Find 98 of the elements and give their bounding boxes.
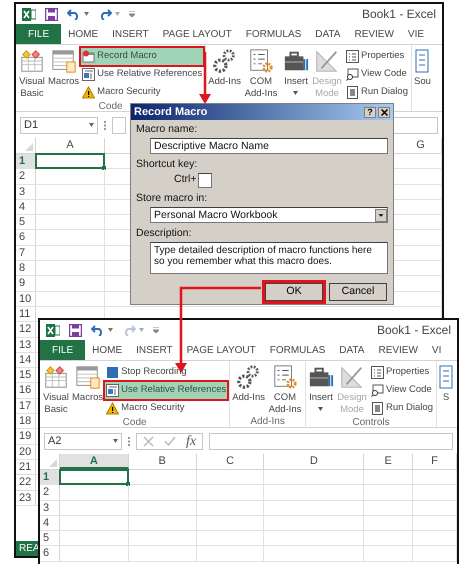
row-header[interactable]: 21 bbox=[16, 460, 36, 474]
ribbon-button[interactable]: View Code bbox=[344, 66, 409, 83]
field-label: Store macro in: bbox=[136, 192, 208, 205]
ribbon-button[interactable]: Use Relative References bbox=[105, 382, 228, 399]
ribbon-tab[interactable]: HOME bbox=[85, 340, 130, 360]
group-label: Code bbox=[98, 101, 123, 113]
ribbon-button[interactable]: COM Add-Ins bbox=[242, 48, 279, 100]
ribbon-button[interactable]: View Code bbox=[370, 382, 434, 399]
row-header[interactable]: 5 bbox=[16, 215, 36, 230]
ribbon-tab[interactable]: REVIEW bbox=[371, 340, 425, 360]
column-header[interactable]: C bbox=[196, 454, 264, 469]
ribbon-tab[interactable]: PAGE LAYOUT bbox=[156, 24, 239, 44]
column-header[interactable]: E bbox=[364, 454, 414, 469]
row-header[interactable]: 11 bbox=[16, 306, 36, 322]
row-header[interactable]: 13 bbox=[16, 338, 36, 352]
row-header[interactable]: 6 bbox=[40, 546, 60, 561]
help-button[interactable]: ? bbox=[364, 106, 376, 118]
row-header[interactable]: 6 bbox=[16, 230, 36, 245]
row-header[interactable]: 22 bbox=[16, 475, 36, 490]
group-label: Code bbox=[122, 417, 147, 429]
row-header[interactable]: 17 bbox=[16, 398, 36, 414]
ribbon-button[interactable]: Visual Basic bbox=[42, 364, 70, 417]
macro-name-field[interactable]: Descriptive Macro Name bbox=[150, 138, 388, 154]
row-header[interactable]: 12 bbox=[16, 322, 36, 337]
row-header[interactable]: 2 bbox=[16, 169, 36, 184]
name-box[interactable]: D1 bbox=[20, 116, 98, 134]
ribbon-tab[interactable]: VI bbox=[424, 340, 448, 360]
file-tab[interactable]: FILE bbox=[16, 24, 62, 44]
window-title: Book1 - Excel bbox=[376, 322, 451, 339]
field-label: Ctrl+ bbox=[174, 173, 196, 186]
ribbon-button[interactable]: Run Dialog bbox=[370, 400, 434, 417]
row-header[interactable]: 16 bbox=[16, 383, 36, 398]
ribbon-tab[interactable]: DATA bbox=[308, 24, 348, 44]
ribbon-button[interactable]: Properties bbox=[370, 364, 434, 381]
group-label: Controls bbox=[352, 417, 390, 429]
row-header[interactable]: 15 bbox=[16, 368, 36, 382]
ribbon-button[interactable]: Properties bbox=[344, 48, 409, 65]
name-box[interactable]: A2 bbox=[44, 432, 122, 450]
field-label: Description: bbox=[136, 227, 192, 240]
row-header[interactable]: 7 bbox=[16, 246, 36, 260]
row-header[interactable]: 18 bbox=[16, 414, 36, 428]
row-header[interactable]: 5 bbox=[40, 531, 60, 546]
window-title: Book1 - Excel bbox=[362, 6, 436, 23]
row-header[interactable]: 4 bbox=[40, 516, 60, 530]
row-header[interactable]: 3 bbox=[40, 500, 60, 515]
field-label: Shortcut key: bbox=[136, 158, 198, 171]
ribbon-button[interactable]: Record Macro bbox=[81, 48, 204, 65]
column-header[interactable]: G bbox=[400, 138, 442, 153]
row-header[interactable]: 4 bbox=[16, 200, 36, 214]
row-header[interactable]: 1 bbox=[16, 154, 36, 168]
ribbon-tab[interactable]: PAGE LAYOUT bbox=[180, 340, 263, 360]
ribbon-tab[interactable]: FORMULAS bbox=[262, 340, 332, 360]
ribbon-button[interactable]: Macros bbox=[48, 48, 80, 101]
row-header[interactable]: 3 bbox=[16, 184, 36, 199]
group-label: Add-Ins bbox=[250, 416, 285, 428]
ribbon-button[interactable]: COM Add-Ins bbox=[266, 364, 303, 416]
ribbon-button[interactable]: Insert bbox=[282, 48, 309, 101]
ribbon-button[interactable]: Add-Ins bbox=[232, 364, 265, 416]
ribbon-tab[interactable]: INSERT bbox=[129, 340, 180, 360]
row-header[interactable]: 1 bbox=[40, 470, 60, 484]
ribbon-button[interactable]: Macros bbox=[72, 364, 104, 417]
store-macro-dropdown[interactable]: Personal Macro Workbook bbox=[150, 207, 388, 223]
description-field[interactable]: Type detailed description of macro functions here so you remember what this macro does. bbox=[150, 242, 388, 274]
ribbon-tab[interactable]: DATA bbox=[332, 340, 372, 360]
insert-function-button[interactable]: fx bbox=[186, 430, 196, 452]
ribbon-button[interactable]: Add-Ins bbox=[208, 48, 241, 100]
row-header[interactable]: 14 bbox=[16, 352, 36, 368]
ribbon-tab[interactable]: FORMULAS bbox=[238, 24, 308, 44]
row-header[interactable]: 8 bbox=[16, 261, 36, 276]
ribbon-button[interactable]: Macro Security bbox=[105, 400, 228, 417]
row-header[interactable]: 20 bbox=[16, 444, 36, 459]
ribbon-tab[interactable]: REVIEW bbox=[347, 24, 401, 44]
row-header[interactable]: 23 bbox=[16, 490, 36, 505]
row-header[interactable]: 9 bbox=[16, 276, 36, 291]
ribbon-button[interactable]: Insert bbox=[308, 364, 334, 417]
ribbon-button[interactable]: Sou bbox=[414, 48, 431, 98]
ribbon-button[interactable]: Macro Security bbox=[81, 84, 204, 101]
ribbon-button[interactable]: Run Dialog bbox=[344, 84, 409, 101]
row-header[interactable]: 10 bbox=[16, 292, 36, 306]
ribbon-button[interactable]: Visual Basic bbox=[18, 48, 46, 101]
ribbon-button[interactable]: S bbox=[438, 364, 453, 414]
dialog-title: Record Macro bbox=[134, 104, 208, 120]
row-header[interactable]: 19 bbox=[16, 429, 36, 444]
ribbon-tab[interactable]: INSERT bbox=[105, 24, 156, 44]
column-header[interactable]: F bbox=[413, 454, 457, 469]
ribbon-button[interactable]: Use Relative References bbox=[81, 66, 204, 83]
ribbon-tab[interactable]: HOME bbox=[61, 24, 106, 44]
column-header[interactable]: D bbox=[264, 454, 364, 469]
dialog-button[interactable]: OK bbox=[265, 283, 323, 301]
column-header[interactable]: A bbox=[60, 454, 129, 469]
ribbon-tab[interactable]: VIE bbox=[400, 24, 432, 44]
dialog-button[interactable]: Cancel bbox=[329, 283, 387, 301]
ribbon-button[interactable]: Stop Recording bbox=[105, 364, 228, 381]
file-tab[interactable]: FILE bbox=[40, 340, 86, 360]
column-header[interactable]: B bbox=[128, 454, 197, 469]
row-header[interactable]: 2 bbox=[40, 485, 60, 500]
field-label: Macro name: bbox=[136, 123, 198, 136]
column-header[interactable]: A bbox=[36, 138, 105, 153]
